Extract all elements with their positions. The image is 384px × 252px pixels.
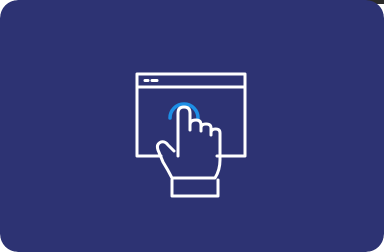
card-background	[0, 0, 384, 252]
image-frame	[0, 0, 384, 252]
touch-feature-card	[0, 0, 384, 252]
browser-window-touch-icon	[0, 0, 384, 252]
